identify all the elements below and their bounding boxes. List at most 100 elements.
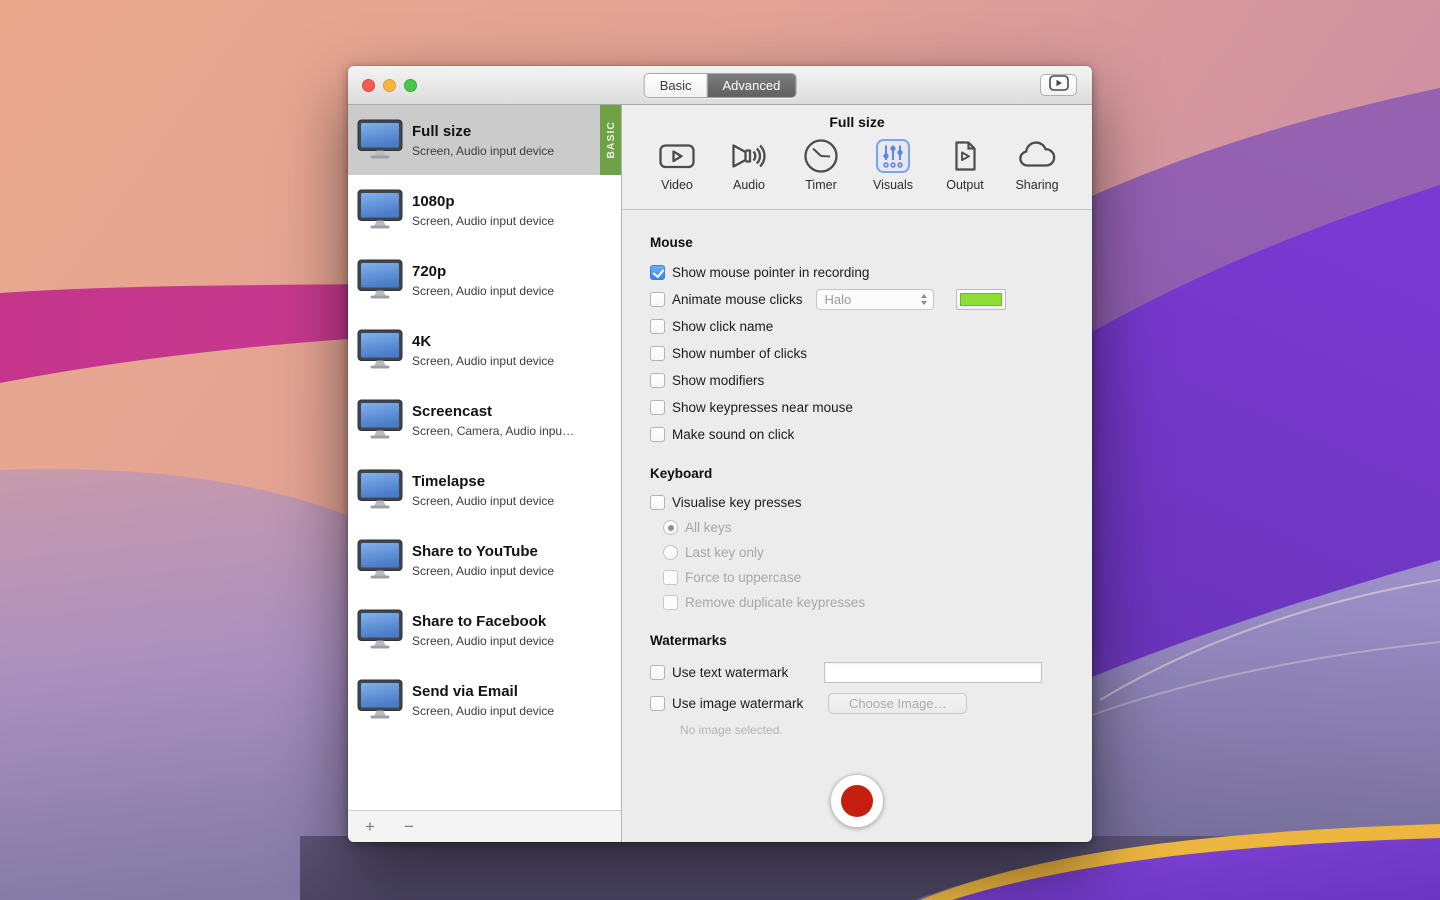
row-all-keys: All keys — [663, 515, 1064, 540]
row-animate-mouse-clicks: Animate mouse clicksHalo — [650, 286, 1064, 313]
preset-title: 1080p — [412, 193, 554, 210]
remove-preset-button[interactable]: − — [400, 811, 418, 842]
preset-subtitle: Screen, Audio input device — [412, 214, 554, 228]
toolbar-item-output[interactable]: Output — [936, 135, 995, 192]
visuals-icon — [872, 135, 914, 177]
monitor-icon — [357, 119, 403, 161]
toolbar-item-sharing[interactable]: Sharing — [1008, 135, 1067, 192]
toolbar-label: Sharing — [1015, 178, 1058, 192]
preset-720p[interactable]: 720pScreen, Audio input device — [348, 245, 621, 315]
preset-share-to-youtube[interactable]: Share to YouTube Screen, Audio input devi… — [348, 525, 621, 595]
checkbox-make-sound-on-click[interactable] — [650, 427, 665, 442]
label-force-to-uppercase: Force to uppercase — [685, 570, 801, 585]
monitor-icon — [357, 679, 403, 721]
preset-sidebar: Full sizeScreen, Audio input deviceBASIC… — [348, 105, 622, 842]
label-show-modifiers: Show modifiers — [672, 373, 764, 388]
preset-text: TimelapseScreen, Audio input device — [412, 473, 554, 508]
checkbox-animate-mouse-clicks[interactable] — [650, 292, 665, 307]
row-show-mouse-pointer-in-recording: Show mouse pointer in recording — [650, 259, 1064, 286]
monitor-icon — [357, 329, 403, 371]
label-all-keys: All keys — [685, 520, 732, 535]
tab-basic[interactable]: Basic — [645, 74, 707, 97]
label-show-keypresses-near-mouse: Show keypresses near mouse — [672, 400, 853, 415]
preset-send-via-email[interactable]: Send via EmailScreen, Audio input device — [348, 665, 621, 735]
checkbox-use-image-watermark[interactable] — [650, 696, 665, 711]
radio-all-keys[interactable] — [663, 520, 678, 535]
label-last-key-only: Last key only — [685, 545, 764, 560]
row-last-key-only: Last key only — [663, 540, 1064, 565]
preset-text: Full sizeScreen, Audio input device — [412, 123, 554, 158]
toolbar-item-visuals[interactable]: Visuals — [864, 135, 923, 192]
monitor-icon — [357, 399, 403, 441]
radio-last-key-only[interactable] — [663, 545, 678, 560]
toolbar-label: Visuals — [873, 178, 913, 192]
settings-sections: MouseShow mouse pointer in recordingAnim… — [650, 235, 1064, 741]
preset-1080p[interactable]: 1080p Screen, Audio input device — [348, 175, 621, 245]
dropdown-animate-mouse-clicks[interactable]: Halo — [816, 289, 934, 310]
mode-segmented-control: Basic Advanced — [644, 73, 797, 98]
record-button[interactable] — [830, 774, 884, 828]
checkbox-show-modifiers[interactable] — [650, 373, 665, 388]
chevron-up-down-icon — [921, 294, 927, 305]
record-button-wrap — [650, 774, 1064, 828]
preset-subtitle: Screen, Audio input device — [412, 564, 554, 578]
row-force-to-uppercase: Force to uppercase — [663, 565, 1064, 590]
color-swatch — [960, 293, 1002, 306]
label-remove-duplicate-keypresses: Remove duplicate keypresses — [685, 595, 865, 610]
preset-text: Screencast Screen, Camera, Audio inpu… — [412, 403, 574, 438]
checkbox-remove-duplicate-keypresses[interactable] — [663, 595, 678, 610]
settings-panel: Full size Video Audio Timer Visuals Outp… — [622, 105, 1092, 842]
preset-title: Share to YouTube — [412, 543, 554, 560]
checkbox-show-click-name[interactable] — [650, 319, 665, 334]
preset-screencast[interactable]: Screencast Screen, Camera, Audio inpu… — [348, 385, 621, 455]
label-use-image-watermark: Use image watermark — [672, 696, 803, 711]
checkbox-show-number-of-clicks[interactable] — [650, 346, 665, 361]
preset-timelapse[interactable]: TimelapseScreen, Audio input device — [348, 455, 621, 525]
record-dot-icon — [841, 785, 873, 817]
preset-title: 720p — [412, 263, 554, 280]
row-use-image-watermark: Use image watermark Choose Image… — [650, 688, 1064, 719]
preset-title: Full size — [412, 123, 554, 140]
preset-4k[interactable]: 4KScreen, Audio input device — [348, 315, 621, 385]
checkbox-visualise-key-presses[interactable] — [650, 495, 665, 510]
titlebar[interactable]: Basic Advanced — [348, 66, 1092, 105]
checkbox-force-to-uppercase[interactable] — [663, 570, 678, 585]
row-remove-duplicate-keypresses: Remove duplicate keypresses — [663, 590, 1064, 615]
toolbar-label: Video — [661, 178, 693, 192]
label-show-mouse-pointer-in-recording: Show mouse pointer in recording — [672, 265, 869, 280]
preset-text: Send via EmailScreen, Audio input device — [412, 683, 554, 718]
preset-title: Timelapse — [412, 473, 554, 490]
textfield-use-text-watermark[interactable] — [824, 662, 1042, 683]
preset-full-size[interactable]: Full sizeScreen, Audio input deviceBASIC — [348, 105, 621, 175]
button-choose-image[interactable]: Choose Image… — [828, 693, 967, 714]
app-window: Basic Advanced Full sizeScreen, Audio in… — [348, 66, 1092, 842]
zoom-button[interactable] — [404, 79, 417, 92]
label-visualise-key-presses: Visualise key presses — [672, 495, 802, 510]
preset-title: 4K — [412, 333, 554, 350]
toolbar-item-video[interactable]: Video — [648, 135, 707, 192]
toolbar-label: Output — [946, 178, 984, 192]
checkbox-show-keypresses-near-mouse[interactable] — [650, 400, 665, 415]
sidebar-footer: + − — [348, 810, 621, 842]
preset-text: Share to YouTube Screen, Audio input devi… — [412, 543, 554, 578]
checkbox-use-text-watermark[interactable] — [650, 665, 665, 680]
preset-title: Screencast — [412, 403, 574, 420]
preset-text: 720pScreen, Audio input device — [412, 263, 554, 298]
toolbar-item-audio[interactable]: Audio — [720, 135, 779, 192]
audio-icon — [728, 135, 770, 177]
minimize-button[interactable] — [383, 79, 396, 92]
tab-advanced[interactable]: Advanced — [706, 74, 795, 97]
add-preset-button[interactable]: + — [361, 811, 379, 842]
toolbar-item-timer[interactable]: Timer — [792, 135, 851, 192]
preset-title: Send via Email — [412, 683, 554, 700]
preview-window-button[interactable] — [1040, 74, 1077, 96]
preset-subtitle: Screen, Camera, Audio inpu… — [412, 424, 574, 438]
monitor-icon — [357, 609, 403, 651]
colorwell-animate-mouse-clicks[interactable] — [956, 289, 1006, 310]
preset-share-to-facebook[interactable]: Share to FacebookScreen, Audio input dev… — [348, 595, 621, 665]
traffic-lights — [362, 79, 417, 92]
checkbox-show-mouse-pointer-in-recording[interactable] — [650, 265, 665, 280]
row-use-text-watermark: Use text watermark — [650, 657, 1064, 688]
close-button[interactable] — [362, 79, 375, 92]
dropdown-value: Halo — [825, 292, 921, 307]
